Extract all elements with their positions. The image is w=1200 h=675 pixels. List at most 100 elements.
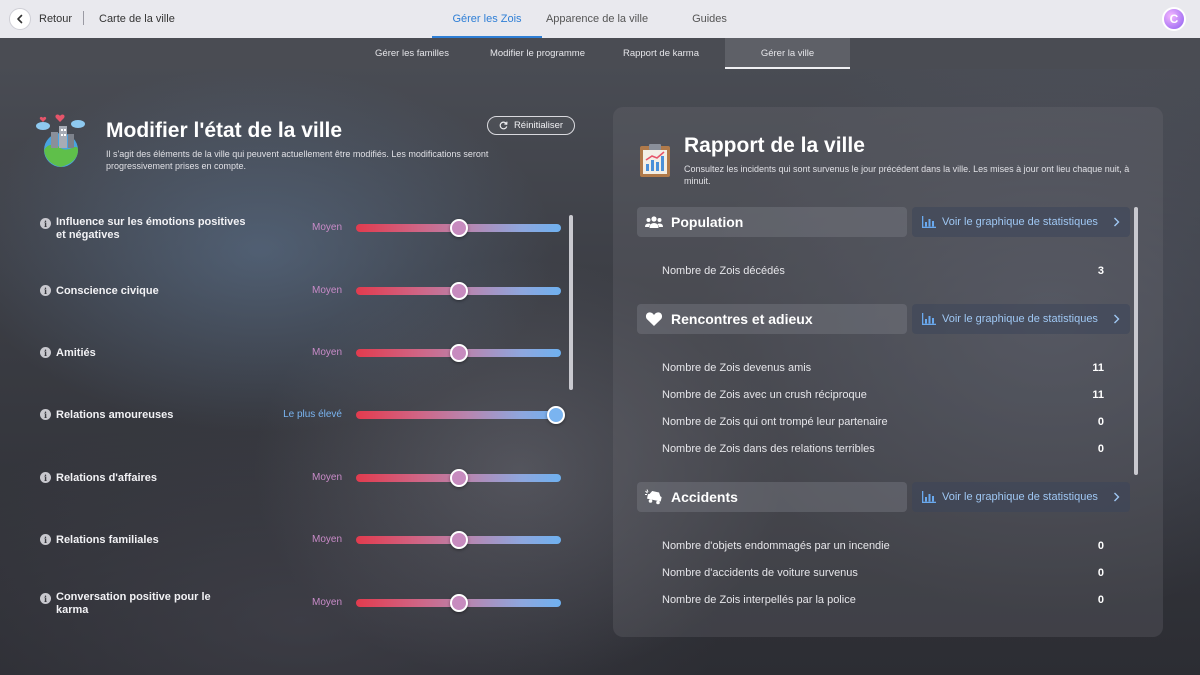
stat-value: 0	[1097, 594, 1104, 606]
chevron-left-icon	[17, 14, 23, 24]
slider-value: Le plus élevé	[283, 409, 342, 420]
slider-thumb[interactable]	[450, 344, 468, 362]
info-icon[interactable]: i	[40, 534, 51, 545]
slider-value: Moyen	[311, 347, 342, 358]
chevron-right-icon	[1114, 492, 1120, 502]
info-icon[interactable]: i	[40, 347, 51, 358]
slider-label: Conscience civique	[56, 285, 159, 297]
stat-label: Nombre de Zois avec un crush réciproque	[662, 389, 867, 401]
tab-manage-zois[interactable]: Gérer les Zois	[432, 0, 542, 38]
slider-label: Relations amoureuses	[56, 409, 174, 421]
info-icon[interactable]: i	[40, 472, 51, 483]
slider-thumb[interactable]	[450, 282, 468, 300]
stat-value: 0	[1097, 567, 1104, 579]
back-button[interactable]	[9, 8, 31, 30]
info-icon[interactable]: i	[40, 593, 51, 604]
view-stats-label: Voir le graphique de statistiques	[942, 313, 1098, 325]
city-map-link[interactable]: Carte de la ville	[99, 13, 175, 25]
section-header-accidents: Accidents	[637, 482, 907, 512]
slider-thumb[interactable]	[450, 594, 468, 612]
stat-value: 0	[1097, 540, 1104, 552]
stat-row: Nombre de Zois interpellés par la police…	[662, 594, 1106, 608]
section-label: Accidents	[671, 489, 738, 505]
view-stats-button-population[interactable]: Voir le graphique de statistiques	[912, 207, 1130, 237]
slider-label: Relations d'affaires	[56, 472, 158, 484]
slider-thumb[interactable]	[450, 219, 468, 237]
stat-value: 11	[1092, 389, 1104, 401]
stat-value: 0	[1097, 416, 1104, 428]
subtab-karma-report[interactable]: Rapport de karma	[600, 38, 722, 69]
subtab-manage-city[interactable]: Gérer la ville	[725, 38, 850, 69]
slider-thumb[interactable]	[450, 469, 468, 487]
view-stats-label: Voir le graphique de statistiques	[942, 491, 1098, 503]
view-stats-button-accidents[interactable]: Voir le graphique de statistiques	[912, 482, 1130, 512]
slider-thumb[interactable]	[547, 406, 565, 424]
main-tabs: Gérer les Zois Apparence de la ville Gui…	[432, 0, 767, 38]
slider-track[interactable]	[356, 411, 561, 419]
stat-label: Nombre de Zois interpellés par la police	[662, 594, 856, 606]
stat-row: Nombre de Zois dans des relations terrib…	[662, 443, 1106, 457]
people-icon	[645, 216, 663, 228]
slider-value: Moyen	[311, 534, 342, 545]
slider-row-romance: i Relations amoureuses Le plus élevé	[0, 395, 600, 435]
stat-row: Nombre d'objets endommagés par un incend…	[662, 540, 1106, 554]
bar-chart-icon	[922, 216, 936, 228]
info-icon[interactable]: i	[40, 285, 51, 296]
slider-row-civic: i Conscience civique Moyen	[0, 271, 600, 311]
left-scrollbar[interactable]	[569, 215, 573, 390]
stat-row: Nombre de Zois décédés 3	[662, 265, 1106, 279]
slider-row-business: i Relations d'affaires Moyen	[0, 458, 600, 498]
sub-tabs: Gérer les familles Modifier le programme…	[0, 38, 1200, 69]
stat-label: Nombre de Zois devenus amis	[662, 362, 812, 374]
info-icon[interactable]: i	[40, 218, 51, 229]
left-panel-description: Il s'agit des éléments de la ville qui p…	[106, 149, 489, 171]
slider-value: Moyen	[311, 222, 342, 233]
subtab-edit-schedule[interactable]: Modifier le programme	[475, 38, 600, 69]
heart-icon	[645, 312, 663, 326]
stat-label: Nombre de Zois dans des relations terrib…	[662, 443, 875, 455]
refresh-icon	[499, 121, 508, 130]
stat-row: Nombre de Zois qui ont trompé leur parte…	[662, 416, 1106, 430]
slider-label: Amitiés	[56, 347, 96, 359]
slider-value: Moyen	[311, 597, 342, 608]
chevron-right-icon	[1114, 314, 1120, 324]
section-label: Rencontres et adieux	[671, 311, 813, 327]
right-scrollbar[interactable]	[1134, 207, 1138, 475]
stat-label: Nombre de Zois décédés	[662, 265, 785, 277]
view-stats-label: Voir le graphique de statistiques	[942, 216, 1098, 228]
bar-chart-icon	[922, 313, 936, 325]
city-globe-icon	[36, 114, 85, 167]
slider-value: Moyen	[311, 285, 342, 296]
slider-label: Influence sur les émotions positives et …	[56, 216, 246, 241]
section-header-encounters: Rencontres et adieux	[637, 304, 907, 334]
slider-row-karma-conversation: i Conversation positive pour le karma Mo…	[0, 583, 600, 623]
right-panel-title: Rapport de la ville	[684, 134, 865, 157]
car-crash-icon	[645, 489, 662, 505]
slider-row-friendships: i Amitiés Moyen	[0, 333, 600, 373]
stat-row: Nombre de Zois avec un crush réciproque …	[662, 389, 1106, 403]
slider-row-family: i Relations familiales Moyen	[0, 520, 600, 560]
slider-label: Conversation positive pour le karma	[56, 591, 211, 616]
chevron-right-icon	[1114, 217, 1120, 227]
reset-button[interactable]: Réinitialiser	[487, 116, 575, 135]
bar-chart-icon	[922, 491, 936, 503]
slider-row-emotions: i Influence sur les émotions positives e…	[0, 208, 600, 248]
right-panel-description: Consultez les incidents qui sont survenu…	[684, 164, 1130, 186]
top-bar: Retour Carte de la ville Gérer les Zois …	[0, 0, 1200, 38]
tab-guides[interactable]: Guides	[652, 0, 767, 38]
slider-thumb[interactable]	[450, 531, 468, 549]
stat-value: 3	[1097, 265, 1104, 277]
stat-label: Nombre d'accidents de voiture survenus	[662, 567, 858, 579]
tab-city-appearance[interactable]: Apparence de la ville	[542, 0, 652, 38]
clipboard-chart-icon	[640, 144, 670, 177]
stat-value: 0	[1097, 443, 1104, 455]
left-panel-title: Modifier l'état de la ville	[106, 119, 343, 142]
avatar[interactable]: C	[1162, 7, 1186, 31]
info-icon[interactable]: i	[40, 409, 51, 420]
reset-label: Réinitialiser	[513, 120, 564, 131]
view-stats-button-encounters[interactable]: Voir le graphique de statistiques	[912, 304, 1130, 334]
stat-label: Nombre de Zois qui ont trompé leur parte…	[662, 416, 888, 428]
back-label[interactable]: Retour	[39, 13, 72, 25]
stat-row: Nombre de Zois devenus amis 11	[662, 362, 1106, 376]
subtab-manage-families[interactable]: Gérer les familles	[352, 38, 472, 69]
